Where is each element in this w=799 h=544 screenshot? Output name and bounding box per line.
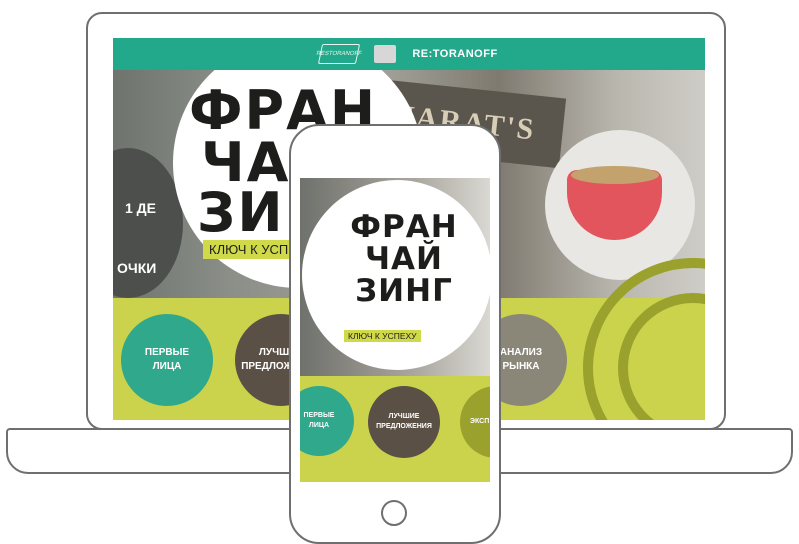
phone-hero-line-2: ЧАЙ (365, 241, 443, 277)
left-circle-text-2: ОЧКИ (117, 260, 157, 276)
phone-screen: ФРАН ЧАЙ ЗИНГ КЛЮЧ К УСПЕХУ ПЕРВЫЕ ЛИЦА … (300, 178, 490, 482)
phone-best-offers-button[interactable]: ЛУЧШИЕ ПРЕДЛОЖЕНИЯ (368, 386, 440, 458)
first-persons-button[interactable]: ПЕРВЫЕ ЛИЦА (121, 314, 213, 406)
brand-logo-text[interactable]: RE:TORANOFF (412, 48, 497, 60)
phone-hero-line-3: ЗИНГ (355, 273, 453, 309)
brand-logo-1[interactable]: RESTORANOFF (316, 44, 363, 64)
phone-home-button[interactable] (381, 500, 407, 526)
brand-logo-2[interactable] (374, 45, 397, 63)
phone-hero-tagline: КЛЮЧ К УСПЕХУ (344, 330, 421, 342)
top-bar: RESTORANOFF RE:TORANOFF (113, 38, 705, 70)
cup-foam (571, 166, 659, 184)
coffee-cup-circle (545, 130, 695, 280)
left-circle-text-1: 1 ДЕ (125, 200, 156, 216)
phone-hero-line-1: ФРАН (350, 209, 458, 245)
